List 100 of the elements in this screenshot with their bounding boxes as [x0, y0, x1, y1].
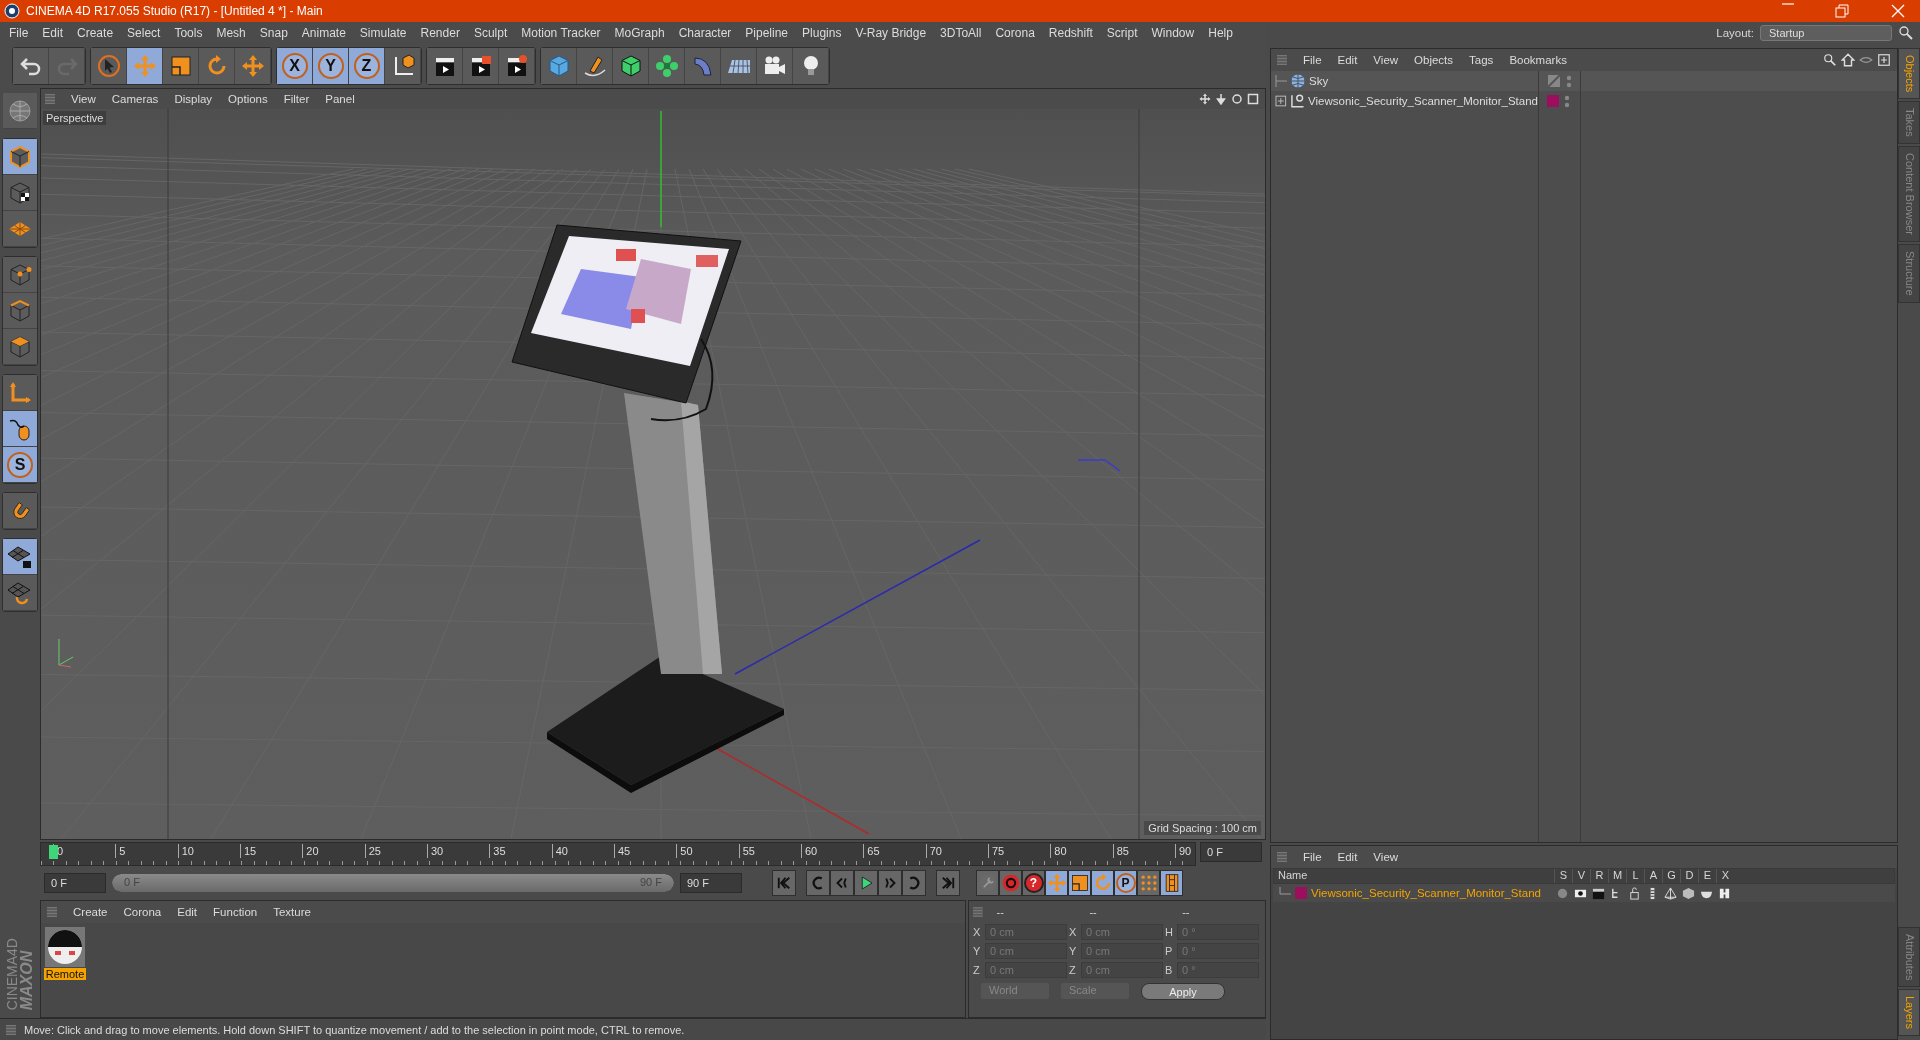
- key-mode-button[interactable]: [999, 870, 1022, 896]
- menu-item[interactable]: Edit: [42, 26, 64, 40]
- cube-icon: [1681, 886, 1695, 900]
- menu-item[interactable]: MoGraph: [614, 26, 665, 40]
- menu-item[interactable]: File: [1303, 54, 1322, 66]
- mode-button[interactable]: [3, 539, 37, 575]
- grid-rotate-icon: [8, 580, 32, 605]
- expand-icon[interactable]: [1275, 95, 1287, 107]
- menu-item[interactable]: Options: [228, 93, 268, 105]
- subdivision-cube-icon: [618, 54, 643, 78]
- menu-item[interactable]: Objects: [1414, 54, 1454, 66]
- material-item[interactable]: Remote: [43, 927, 87, 1013]
- tool-button[interactable]: X: [277, 48, 313, 84]
- key-mode-button[interactable]: [1068, 870, 1091, 896]
- frame-number: 30: [427, 844, 444, 858]
- playback-button[interactable]: [854, 870, 878, 896]
- axis-label: Z: [1069, 964, 1077, 976]
- menu-item[interactable]: Redshift: [1048, 26, 1093, 40]
- frame-number: 50: [676, 844, 693, 858]
- menu-item[interactable]: Mesh: [216, 26, 246, 40]
- menu-item[interactable]: Render: [420, 26, 460, 40]
- flower-icon: [654, 54, 679, 78]
- playback-button[interactable]: [936, 870, 960, 896]
- menu-item[interactable]: Edit: [1337, 54, 1358, 66]
- tool-button[interactable]: [427, 48, 463, 84]
- menu-item[interactable]: 3DToAll: [940, 26, 982, 40]
- key-mode-button[interactable]: [976, 870, 999, 896]
- axis-label: Z: [973, 964, 981, 976]
- menu-item[interactable]: Character: [678, 26, 732, 40]
- menu-item[interactable]: Simulate: [359, 26, 407, 40]
- playback-button[interactable]: [772, 870, 796, 896]
- start-frame-field[interactable]: 0 F: [44, 873, 106, 893]
- menu-item[interactable]: Corona: [123, 906, 162, 918]
- key-mode-button[interactable]: [1137, 870, 1160, 896]
- key-mode-button[interactable]: [1091, 870, 1114, 896]
- layout-dropdown[interactable]: Startup: [1760, 25, 1892, 41]
- menu-item[interactable]: Select: [127, 26, 161, 40]
- menu-item[interactable]: Animate: [301, 26, 346, 40]
- menu-item[interactable]: Cameras: [111, 93, 159, 105]
- key-mode-button[interactable]: [1045, 870, 1068, 896]
- clapperboard-icon: [1591, 886, 1605, 900]
- playback-button[interactable]: [878, 870, 902, 896]
- side-tab[interactable]: Layers: [1898, 988, 1920, 1036]
- tool-button[interactable]: Z: [349, 48, 385, 84]
- menu-item[interactable]: Window: [1151, 26, 1195, 40]
- menu-item[interactable]: Help: [1208, 26, 1233, 40]
- column-header: L: [1626, 869, 1644, 883]
- brand-logo-text: CINEMA4D: [5, 937, 19, 1010]
- playback-button[interactable]: [830, 870, 854, 896]
- menu-item[interactable]: Create: [73, 906, 108, 918]
- menu-item[interactable]: Motion Tracker: [521, 26, 601, 40]
- key-mode-button[interactable]: P: [1114, 870, 1137, 896]
- column-header: V: [1572, 869, 1590, 883]
- menu-item[interactable]: Edit: [1337, 851, 1358, 863]
- tool-button[interactable]: Y: [313, 48, 349, 84]
- menu-item[interactable]: Corona: [995, 26, 1035, 40]
- menu-item[interactable]: View: [1373, 54, 1399, 66]
- menu-item[interactable]: Function: [213, 906, 258, 918]
- grid-lock-icon: [8, 544, 32, 569]
- playhead-marker[interactable]: [49, 845, 58, 859]
- column-header: X: [1716, 869, 1734, 883]
- menu-item[interactable]: Tools: [174, 26, 203, 40]
- key-mode-button[interactable]: [1160, 870, 1183, 896]
- playback-button[interactable]: [902, 870, 926, 896]
- menu-item[interactable]: File: [9, 26, 29, 40]
- column-header: Name: [1277, 869, 1309, 883]
- menu-item[interactable]: View: [71, 93, 96, 105]
- menu-item[interactable]: File: [1303, 851, 1322, 863]
- menu-item[interactable]: Display: [174, 93, 213, 105]
- menu-item[interactable]: Tags: [1469, 54, 1494, 66]
- apply-button[interactable]: Apply: [1141, 983, 1225, 1000]
- menu-item[interactable]: Script: [1106, 26, 1138, 40]
- menu-item[interactable]: Pipeline: [745, 26, 789, 40]
- menu-item[interactable]: View: [1373, 851, 1399, 863]
- menu-item[interactable]: Snap: [259, 26, 288, 40]
- side-tab[interactable]: Objects: [1898, 48, 1920, 100]
- menu-item[interactable]: Panel: [325, 93, 355, 105]
- current-frame-field[interactable]: 0 F: [1200, 842, 1262, 862]
- menu-item[interactable]: V-Ray Bridge: [855, 26, 927, 40]
- end-frame-field[interactable]: 90 F: [680, 873, 742, 893]
- grip-icon: [47, 907, 57, 917]
- playback-button[interactable]: [806, 870, 830, 896]
- mode-button[interactable]: S: [3, 447, 37, 483]
- move-arrows-icon: [240, 54, 265, 78]
- object-name[interactable]: Sky: [1309, 75, 1329, 87]
- menu-item[interactable]: Sculpt: [473, 26, 508, 40]
- minimize-icon: [1782, 3, 1794, 5]
- key-mode-button[interactable]: ?: [1022, 870, 1045, 896]
- object-name[interactable]: Viewsonic_Security_Scanner_Monitor_Stand: [1308, 95, 1538, 107]
- menu-item[interactable]: Filter: [283, 93, 310, 105]
- tool-button[interactable]: [13, 48, 49, 84]
- menu-item[interactable]: Plugins: [802, 26, 842, 40]
- axis-label: H: [1165, 926, 1174, 938]
- menu-item[interactable]: Edit: [177, 906, 198, 918]
- menu-item[interactable]: Bookmarks: [1509, 54, 1567, 66]
- column-header: --: [1088, 906, 1098, 918]
- frame-number: 55: [738, 844, 755, 858]
- menu-item[interactable]: Texture: [273, 906, 311, 918]
- close-icon: [1890, 3, 1906, 19]
- menu-item[interactable]: Create: [77, 26, 114, 40]
